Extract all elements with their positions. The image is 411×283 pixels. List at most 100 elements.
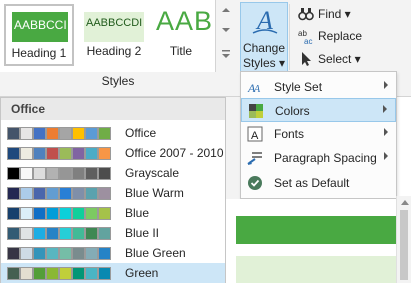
- document-area: [226, 199, 411, 283]
- menu-item-fonts[interactable]: A Fonts: [241, 122, 396, 146]
- style-set-icon: A A: [247, 81, 261, 95]
- color-swatch: [33, 147, 46, 160]
- color-swatch: [33, 127, 46, 140]
- paragraph-spacing-icon: [247, 152, 262, 165]
- binoculars-icon: [298, 8, 314, 21]
- color-swatch: [98, 227, 111, 240]
- color-swatch: [59, 167, 72, 180]
- color-swatch: [85, 167, 98, 180]
- color-swatch: [72, 147, 85, 160]
- theme-swatches: [7, 267, 111, 280]
- style-sample-heading-1: AABBCCI: [12, 12, 68, 42]
- gallery-more-icon[interactable]: [222, 50, 230, 58]
- change-styles-button[interactable]: A Change Styles ▾: [240, 2, 288, 72]
- theme-row[interactable]: Green: [1, 263, 225, 283]
- submenu-arrow-icon: [383, 105, 387, 113]
- style-heading-1[interactable]: AABBCCI Heading 1: [4, 4, 74, 66]
- replace-button[interactable]: ab ac Replace: [294, 26, 392, 46]
- svg-text:A: A: [253, 84, 261, 95]
- color-swatch: [72, 187, 85, 200]
- color-swatch: [72, 227, 85, 240]
- color-swatch: [85, 127, 98, 140]
- style-sample-heading-2: AABBCCDI: [84, 12, 144, 42]
- color-swatch: [85, 147, 98, 160]
- submenu-arrow-icon: [384, 152, 388, 160]
- color-swatch: [46, 167, 59, 180]
- menu-label-colors: Colors: [275, 104, 310, 118]
- document-scrollbar[interactable]: [396, 196, 411, 283]
- color-swatch: [33, 227, 46, 240]
- theme-swatches: [7, 167, 111, 180]
- theme-name: Green: [125, 266, 159, 280]
- svg-text:ac: ac: [304, 37, 312, 44]
- color-swatch: [85, 187, 98, 200]
- doc-subheading-bar: [236, 256, 400, 283]
- color-swatch: [20, 267, 33, 280]
- menu-item-colors[interactable]: Colors: [241, 98, 396, 122]
- ruler-strip: [226, 97, 240, 199]
- color-swatch: [98, 267, 111, 280]
- theme-row[interactable]: Office: [1, 123, 225, 143]
- scroll-up-icon[interactable]: [401, 200, 409, 205]
- color-swatch: [59, 247, 72, 260]
- color-swatch: [72, 247, 85, 260]
- gallery-down-icon[interactable]: [222, 26, 230, 34]
- color-swatch: [33, 267, 46, 280]
- colors-icon: [249, 104, 263, 118]
- color-swatch: [98, 127, 111, 140]
- theme-row[interactable]: Blue Warm: [1, 183, 225, 203]
- color-swatch: [72, 167, 85, 180]
- gallery-up-icon[interactable]: [222, 6, 230, 14]
- style-sample-title: AAB: [156, 6, 214, 36]
- menu-item-style-set[interactable]: A A Style Set: [241, 75, 396, 99]
- find-button[interactable]: Find ▾: [294, 4, 392, 24]
- color-swatch: [72, 127, 85, 140]
- checkmark-icon: [248, 176, 262, 190]
- color-swatch: [20, 127, 33, 140]
- menu-label-paragraph-spacing: Paragraph Spacing: [274, 151, 377, 165]
- theme-swatches: [7, 227, 111, 240]
- style-heading-2[interactable]: AABBCCDI Heading 2: [80, 4, 148, 66]
- color-swatch: [59, 147, 72, 160]
- change-styles-menu: A A Style Set Colors A Fonts Paragraph S…: [240, 71, 397, 199]
- theme-name: Blue Green: [125, 246, 186, 260]
- menu-item-paragraph-spacing[interactable]: Paragraph Spacing: [241, 146, 396, 170]
- color-swatch: [46, 127, 59, 140]
- svg-text:A: A: [251, 130, 259, 142]
- theme-row[interactable]: Office 2007 - 2010: [1, 143, 225, 163]
- color-swatch: [59, 227, 72, 240]
- color-swatch: [33, 207, 46, 220]
- color-swatch: [46, 187, 59, 200]
- editing-group: Find ▾ ab ac Replace Select ▾: [294, 0, 394, 72]
- menu-label-style-set: Style Set: [274, 80, 323, 94]
- color-swatch: [98, 247, 111, 260]
- replace-icon: ab ac: [298, 29, 312, 44]
- theme-swatches: [7, 147, 111, 160]
- color-swatch: [7, 227, 20, 240]
- color-swatch: [98, 147, 111, 160]
- find-label: Find ▾: [318, 7, 351, 21]
- color-swatch: [46, 247, 59, 260]
- change-styles-icon: A: [252, 6, 278, 35]
- color-swatch: [72, 207, 85, 220]
- theme-row[interactable]: Grayscale: [1, 163, 225, 183]
- color-swatch: [98, 167, 111, 180]
- select-button[interactable]: Select ▾: [294, 49, 392, 69]
- theme-name: Blue: [125, 206, 150, 220]
- color-swatch: [46, 267, 59, 280]
- styles-group-label: Styles: [101, 74, 135, 88]
- select-cursor-icon: [302, 52, 311, 66]
- change-styles-label-line1: Change: [242, 41, 286, 55]
- theme-row[interactable]: Blue Green: [1, 243, 225, 263]
- color-swatch: [33, 187, 46, 200]
- color-swatch: [7, 207, 20, 220]
- theme-swatches: [7, 127, 111, 140]
- theme-row[interactable]: Blue II: [1, 223, 225, 243]
- style-title[interactable]: AAB Title: [150, 4, 212, 66]
- scroll-thumb[interactable]: [400, 210, 408, 280]
- submenu-arrow-icon: [384, 128, 388, 136]
- theme-name: Grayscale: [125, 166, 180, 180]
- theme-name: Office 2007 - 2010: [125, 146, 224, 160]
- menu-item-set-as-default[interactable]: Set as Default: [241, 171, 396, 195]
- theme-row[interactable]: Blue: [1, 203, 225, 223]
